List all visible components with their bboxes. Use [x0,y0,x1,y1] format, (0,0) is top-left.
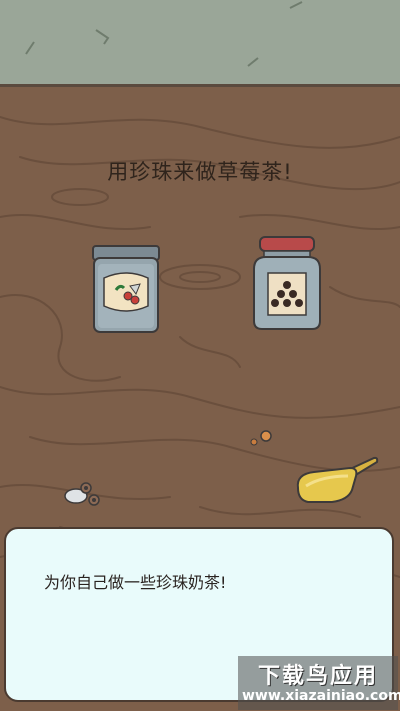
instruction-text: 用珍珠来做草莓茶! [107,160,293,184]
wall-cracks [25,1,303,67]
pebbles-icon [250,430,272,446]
watermark: 下载鸟应用 www.xiazainiao.com [238,656,400,710]
strawberry-jar-icon [92,245,160,333]
game-scene: 用珍珠来做草莓茶! 为你自己做一些珍珠奶茶! 下载鸟应用 www.xiazain… [0,0,400,711]
watermark-brand: 下载鸟应用 [257,664,378,689]
pearl-jar-icon [253,236,321,330]
pearl-jar[interactable] [250,235,324,331]
scoop-icon [296,456,379,503]
watermark-url: www.xiazainiao.com [242,688,400,704]
shell-crumbs [62,480,106,510]
strawberry-jar[interactable] [90,244,162,336]
pebbles [248,428,278,448]
dialog-text: 为你自己做一些珍珠奶茶! [44,573,227,592]
shell-crumbs-icon [64,482,100,506]
scoop[interactable] [292,454,380,506]
back-wall [0,0,400,87]
